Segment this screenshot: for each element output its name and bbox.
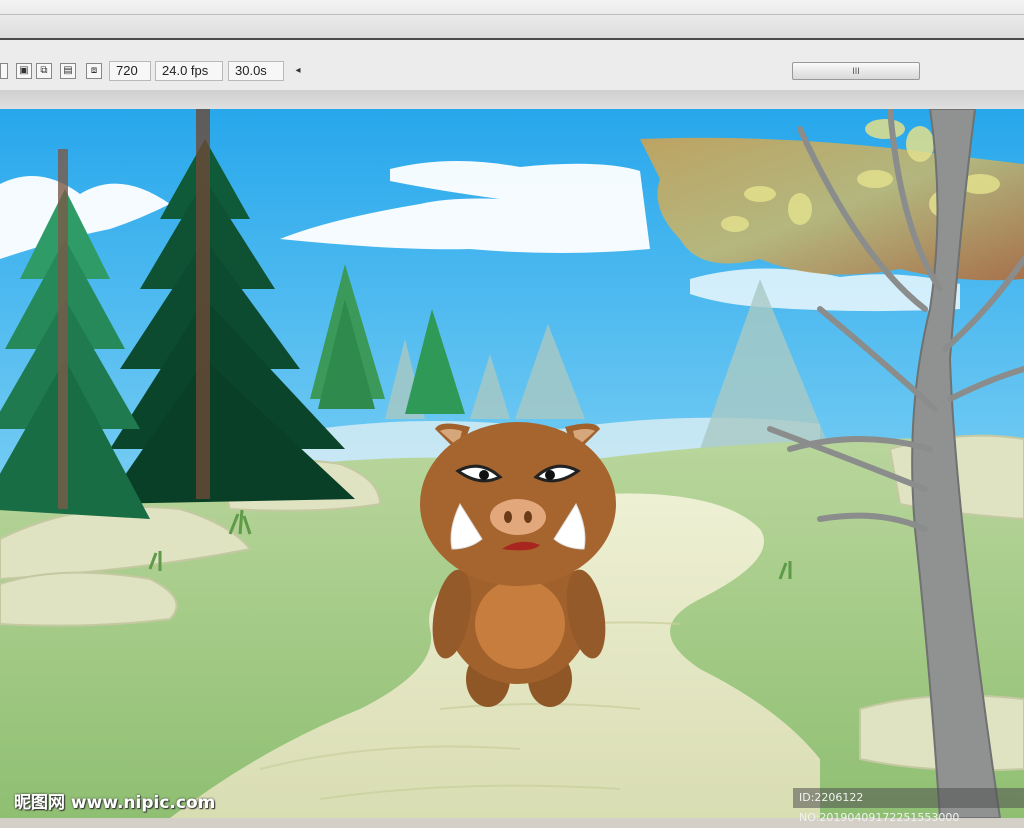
horizontal-scrollbar[interactable]: III <box>792 62 920 80</box>
title-divider <box>0 14 1024 15</box>
onion-skin-icon[interactable]: ▤ <box>60 63 76 79</box>
elapsed-time-field: 30.0s <box>228 61 284 81</box>
edit-scene-icon[interactable]: ▣ <box>16 63 32 79</box>
scroll-left-icon[interactable]: ◂ <box>292 63 304 79</box>
timeline-status-bar: ▣ ⧉ ▤ ⧈ 720 24.0 fps 30.0s ◂ III <box>0 40 1024 91</box>
onion-outline-icon[interactable]: ⧈ <box>86 63 102 79</box>
timeline-controls-row: ▣ ⧉ ▤ ⧈ 720 24.0 fps 30.0s ◂ III <box>0 60 1024 84</box>
site-watermark: 昵图网 www.nipic.com <box>14 793 216 813</box>
window-title-strip <box>0 0 1024 41</box>
boar-belly <box>475 579 565 669</box>
scrollbar-thumb[interactable]: III <box>792 62 920 80</box>
stage-margin <box>0 90 1024 110</box>
current-frame-field: 720 <box>109 61 151 81</box>
panel-edge-icon <box>0 63 8 79</box>
boar-snout <box>490 499 546 535</box>
image-id-watermark: ID:2206122 NO:20190409172251553000 <box>793 788 1024 824</box>
frame-rate-field[interactable]: 24.0 fps <box>155 61 223 81</box>
edit-symbol-icon[interactable]: ⧉ <box>36 63 52 79</box>
animation-stage[interactable] <box>0 109 1024 818</box>
